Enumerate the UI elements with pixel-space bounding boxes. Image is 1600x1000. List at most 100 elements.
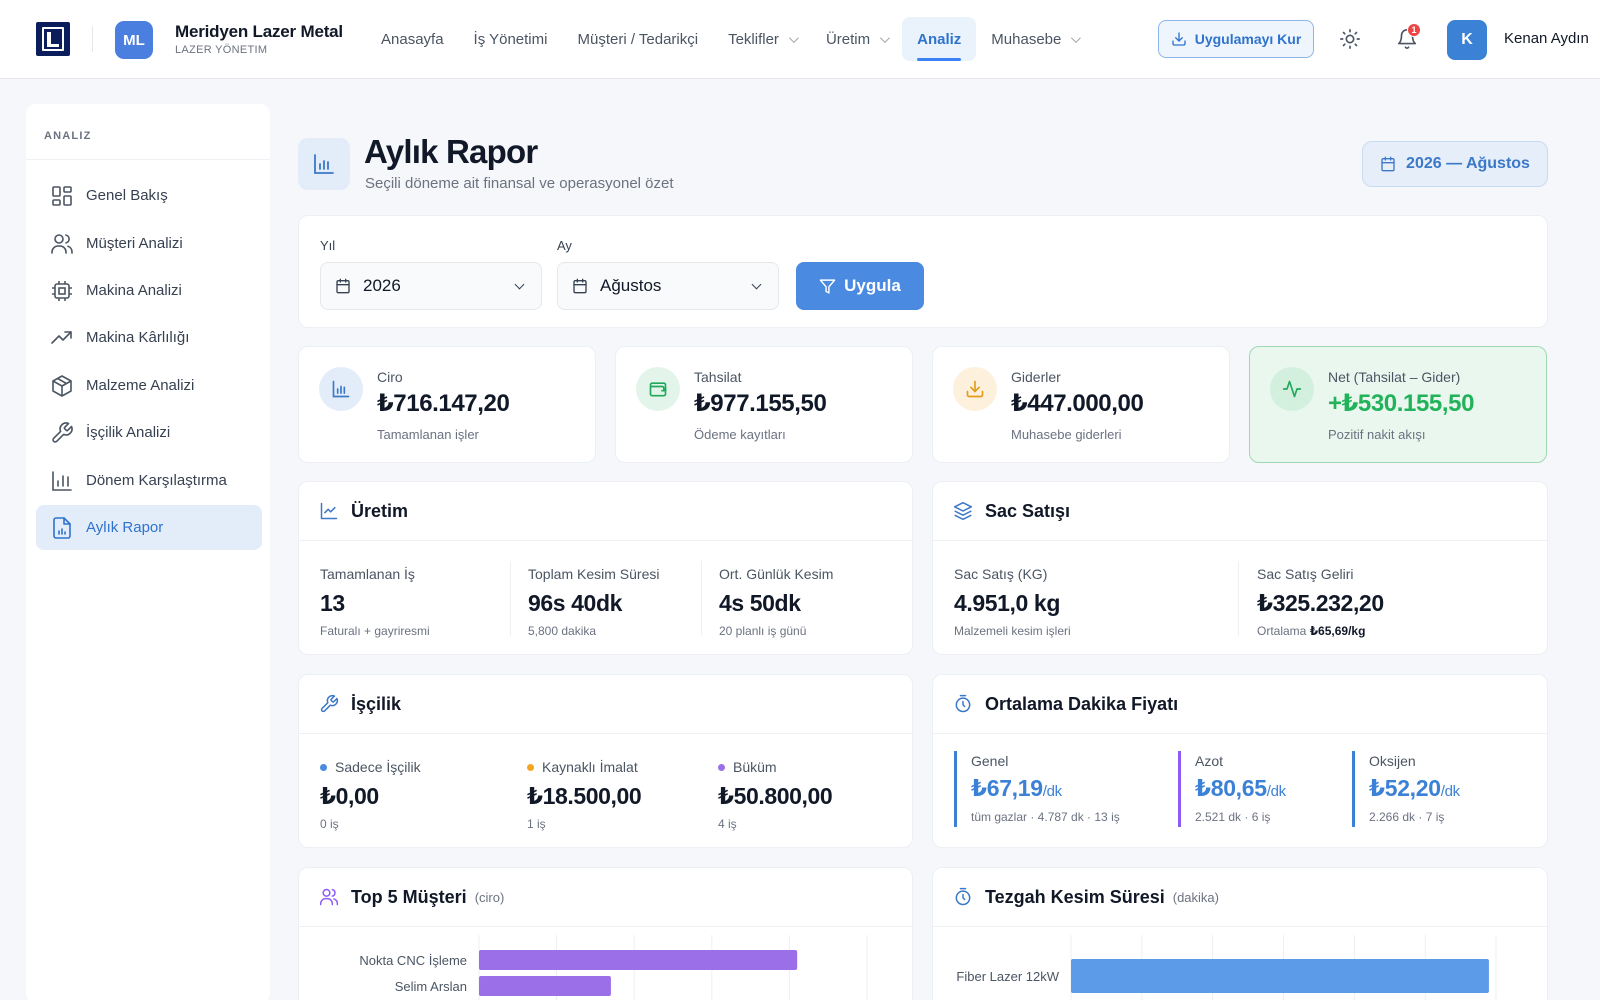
timer-icon — [955, 887, 971, 906]
iscilik-card: İşçilik Sadece İşçilik ₺0,00 0 iş Kaynak… — [298, 674, 913, 848]
price-oksijen: Oksijen ₺52,20/dk 2.266 dk · 7 iş — [1352, 751, 1460, 827]
bar-label: Nokta CNC İşleme — [359, 953, 467, 968]
nav-label: Müşteri / Tedarikçi — [577, 30, 699, 48]
kpi-icon — [319, 367, 363, 411]
calendar-icon — [336, 278, 350, 294]
year-value: 2026 — [363, 276, 401, 295]
sidebar-item-donem-karsilastirma[interactable]: Dönem Karşılaştırma — [36, 458, 262, 503]
sac-satisi-card-header: Sac Satışı — [933, 482, 1547, 541]
top5-musteri-card: Top 5 Müşteri (ciro) Nokta CNC İşleme Sel… — [298, 867, 913, 1000]
main-nav: Anasayfa İş Yönetimi Müşteri / Tedarikçi… — [366, 17, 1093, 61]
stat-label-row: Büküm — [718, 759, 832, 775]
month-select[interactable]: Ağustos — [557, 262, 779, 310]
nav-item-uretim[interactable]: Üretim — [811, 17, 902, 61]
download-icon — [966, 380, 984, 398]
kpi-card-giderler: Giderler ₺447.000,00 Muhasebe giderleri — [932, 346, 1230, 463]
user-avatar[interactable]: K — [1447, 20, 1487, 60]
period-label: 2026 — Ağustos — [1406, 155, 1530, 172]
kpi-label: Ciro — [377, 369, 403, 385]
kpi-value: +₺530.155,50 — [1328, 390, 1475, 417]
sidebar-item-label: Makina Analizi — [86, 282, 182, 299]
sidebar-item-malzeme-analizi[interactable]: Malzeme Analizi — [36, 363, 262, 408]
timer-icon — [955, 694, 971, 713]
sidebar-item-genel-bakis[interactable]: Genel Bakış — [36, 173, 262, 218]
tezgah-unit: (dakika) — [1172, 889, 1219, 905]
nav-item-muhasebe[interactable]: Muhasebe — [976, 17, 1093, 61]
sidebar-item-makina-karliligi[interactable]: Makina Kârlılığı — [36, 315, 262, 360]
company-logo[interactable] — [36, 22, 70, 56]
activity-icon — [1282, 380, 1302, 398]
stat-sadece-iscilik: Sadece İşçilik ₺0,00 0 iş — [320, 759, 421, 831]
price-label: Oksijen — [1369, 753, 1416, 769]
tezgah-card-header: Tezgah Kesim Süresi (dakika) — [933, 868, 1547, 927]
nav-item-musteri-tedarikci[interactable]: Müşteri / Tedarikçi — [562, 17, 713, 61]
legend-dot — [527, 763, 534, 771]
sidebar-divider — [26, 159, 270, 160]
apply-button[interactable]: Uygula — [796, 262, 924, 310]
period-button[interactable]: 2026 — Ağustos — [1362, 141, 1548, 187]
kpi-card-ciro: Ciro ₺716.147,20 Tamamlanan işler — [298, 346, 596, 463]
notifications-button[interactable]: 1 — [1388, 20, 1426, 58]
nav-item-anasayfa[interactable]: Anasayfa — [366, 17, 459, 61]
stat-value: ₺0,00 — [320, 783, 379, 809]
price-value: ₺67,19 — [971, 775, 1043, 801]
uretim-card-header: Üretim — [299, 482, 912, 541]
chevron-down-icon — [788, 32, 799, 43]
user-name[interactable]: Kenan Aydın — [1504, 30, 1589, 47]
bar-chart-icon — [332, 380, 350, 398]
sun-icon — [1340, 29, 1360, 49]
nav-item-is-yonetimi[interactable]: İş Yönetimi — [459, 17, 563, 61]
top5-unit: (ciro) — [474, 889, 505, 905]
stat-label: Sac Satış (KG) — [954, 566, 1048, 582]
sidebar-item-musteri-analizi[interactable]: Müşteri Analizi — [36, 221, 262, 266]
price-label: Azot — [1195, 753, 1224, 769]
install-app-button[interactable]: Uygulamayı Kur — [1158, 20, 1314, 58]
nav-label: Teklifler — [728, 30, 779, 48]
year-select[interactable]: 2026 — [320, 262, 542, 310]
theme-toggle-button[interactable] — [1331, 20, 1369, 58]
sidebar-item-aylik-rapor[interactable]: Aylık Rapor — [36, 505, 262, 550]
avg-price: ₺65,69/kg — [1309, 624, 1366, 638]
divider — [701, 561, 702, 636]
sidebar-item-label: Aylık Rapor — [86, 519, 164, 536]
page-subtitle: Seçili döneme ait finansal ve operasyone… — [365, 175, 674, 192]
price-note: 2.266 dk · 7 iş — [1369, 810, 1445, 824]
nav-item-teklifler[interactable]: Teklifler — [713, 17, 811, 61]
avg-prefix: Ortalama — [1257, 624, 1307, 638]
cpu-icon — [52, 280, 72, 301]
bar-label: Selim Arslan — [395, 979, 467, 994]
nav-item-analiz[interactable]: Analiz — [902, 17, 977, 61]
box-icon — [52, 374, 72, 397]
stat-note: Malzemeli kesim işleri — [954, 624, 1071, 638]
calendar-icon — [573, 278, 587, 294]
layers-icon — [953, 501, 973, 521]
stat-sac-kg: Sac Satış (KG) 4.951,0 kg Malzemeli kesi… — [954, 566, 1071, 638]
month-label: Ay — [557, 238, 572, 253]
nav-label: Anasayfa — [381, 30, 444, 48]
bar — [1071, 959, 1489, 993]
download-icon — [1172, 32, 1186, 46]
bar — [479, 976, 611, 996]
header-divider — [92, 26, 93, 52]
sidebar-item-iscilik-analizi[interactable]: İşçilik Analizi — [36, 410, 262, 455]
stat-label: Ort. Günlük Kesim — [719, 566, 834, 582]
kpi-card-tahsilat: Tahsilat ₺977.155,50 Ödeme kayıtları — [615, 346, 913, 463]
stat-label: Sac Satış Geliri — [1257, 566, 1354, 582]
price-value-row: ₺67,19/dk — [971, 775, 1120, 802]
iscilik-title: İşçilik — [351, 693, 402, 714]
sidebar-item-label: Dönem Karşılaştırma — [86, 472, 227, 489]
tezgah-title: Tezgah Kesim Süresi — [985, 886, 1165, 907]
sidebar-item-label: Makina Kârlılığı — [86, 329, 190, 346]
brand-name: Meridyen Lazer Metal — [175, 22, 343, 41]
page-icon — [298, 138, 350, 190]
sidebar-item-makina-analizi[interactable]: Makina Analizi — [36, 268, 262, 313]
price-value: ₺52,20 — [1369, 775, 1441, 801]
filter-card: Yıl 2026 Ay Ağustos Uygula — [298, 215, 1548, 328]
stat-toplam-kesim: Toplam Kesim Süresi 96s 40dk 5,800 dakik… — [528, 566, 660, 638]
chevron-down-icon — [514, 279, 525, 290]
apply-label: Uygula — [844, 276, 901, 295]
stat-ort-gunluk-kesim: Ort. Günlük Kesim 4s 50dk 20 planlı iş g… — [719, 566, 833, 638]
stat-label: Büküm — [733, 759, 777, 775]
kpi-card-net: Net (Tahsilat – Gider) +₺530.155,50 Pozi… — [1249, 346, 1547, 463]
stat-note: 0 iş — [320, 817, 339, 831]
